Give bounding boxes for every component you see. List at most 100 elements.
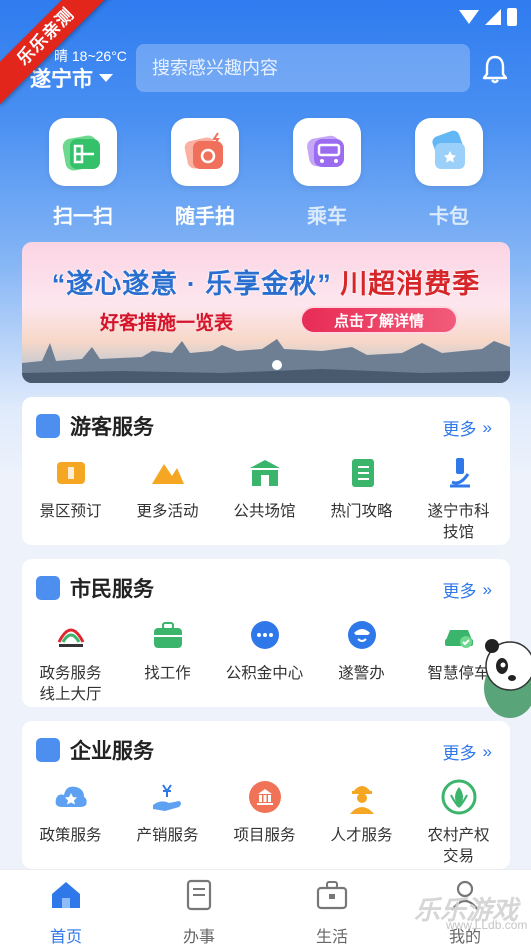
service-talent[interactable]: 人才服务 (313, 779, 410, 846)
banner-subtitle: 好客措施一览表 (100, 313, 234, 334)
service-scenic-booking[interactable]: 景区预订 (22, 455, 119, 522)
double-chevron-right-icon: » (482, 579, 492, 599)
quick-camera[interactable]: 随手拍 (155, 118, 255, 229)
service-policy[interactable]: 政策服务 (22, 779, 119, 846)
banner-title-main: “遂心遂意 · 乐享金秋” (51, 269, 332, 299)
banner-title: “遂心遂意 · 乐享金秋” 川超消费季 (22, 262, 510, 301)
quick-bus[interactable]: 乘车 (277, 118, 377, 229)
service-label: 政务服务线上大厅 (39, 665, 102, 703)
city-name: 遂宁市 (30, 68, 93, 91)
banner-title-accent: 川超消费季 (340, 269, 481, 299)
panda-mascot-button[interactable] (476, 628, 531, 720)
chat-dots-icon (247, 617, 283, 653)
service-hot-guides[interactable]: 热门攻略 (313, 455, 410, 522)
banner-detail-button[interactable]: 点击了解详情 (300, 306, 458, 334)
service-label: 更多活动 (136, 503, 199, 520)
bank-icon (247, 779, 283, 815)
service-label: 产销服务 (136, 827, 199, 844)
service-label: 找工作 (144, 665, 191, 682)
city-skyline-illustration (22, 339, 510, 383)
citizen-icon (36, 576, 60, 600)
service-label: 公共场馆 (233, 503, 296, 520)
service-label: 热门攻略 (330, 503, 393, 520)
battery-icon (507, 8, 517, 26)
service-label: 项目服务 (233, 827, 296, 844)
service-label: 遂警办 (338, 665, 385, 682)
briefcase-icon (316, 881, 348, 910)
double-chevron-right-icon: » (482, 417, 492, 437)
service-label: 景区预订 (39, 503, 102, 520)
tourist-icon (36, 414, 60, 438)
hand-yuan-icon (150, 779, 186, 815)
worker-icon (344, 779, 380, 815)
quick-wallet[interactable]: 卡包 (399, 118, 499, 229)
banner-page-dot (272, 360, 282, 370)
quick-camera-label: 随手拍 (175, 206, 235, 228)
enterprise-services-card: 企业服务 更多 » 政策服务 产销服务 项目服务 人才服务 农村产权交易 (22, 721, 510, 869)
tab-home[interactable]: 首页 (16, 878, 116, 944)
tab-life-label: 生活 (315, 929, 348, 944)
city-selector[interactable]: 遂宁市 (30, 63, 113, 93)
quick-bus-label: 乘车 (307, 206, 347, 228)
enterprise-services-title: 企业服务 (70, 740, 154, 763)
tourist-more-link[interactable]: 更多 » (443, 415, 492, 440)
wifi-icon (459, 10, 479, 24)
camera-icon (171, 118, 239, 186)
status-icons (459, 8, 517, 26)
tab-life[interactable]: 生活 (282, 878, 382, 944)
car-icon (441, 617, 477, 653)
promo-banner[interactable]: “遂心遂意 · 乐享金秋” 川超消费季 好客措施一览表 点击了解详情 (22, 242, 510, 383)
tourist-services-title: 游客服务 (70, 416, 154, 439)
gate-icon (247, 455, 283, 491)
service-find-job[interactable]: 找工作 (119, 617, 216, 684)
service-production-sales[interactable]: 产销服务 (119, 779, 216, 846)
watermark-url: www.LLdb.com (446, 918, 528, 932)
service-gov-online-hall[interactable]: 政务服务线上大厅 (22, 617, 119, 705)
service-label: 人才服务 (330, 827, 393, 844)
quick-scan-label: 扫一扫 (53, 206, 113, 228)
tourist-services-header: 游客服务 (36, 411, 154, 441)
service-housing-fund[interactable]: 公积金中心 (216, 617, 313, 684)
citizen-services-header: 市民服务 (36, 573, 154, 603)
service-more-activities[interactable]: 更多活动 (119, 455, 216, 522)
service-label: 公积金中心 (225, 665, 304, 682)
service-label: 遂宁市科技馆 (427, 503, 490, 541)
quick-scan[interactable]: 扫一扫 (33, 118, 133, 229)
tab-affairs-label: 办事 (182, 929, 215, 944)
search-input[interactable]: 搜索感兴趣内容 (136, 44, 470, 92)
police-icon (344, 617, 380, 653)
microscope-icon (441, 455, 477, 491)
cloud-star-icon (53, 779, 89, 815)
ticket-icon (53, 455, 89, 491)
site-watermark: 乐乐游戏 www.LLdb.com (414, 890, 531, 940)
citizen-services-card: 市民服务 更多 » 政务服务线上大厅 找工作 公积金中心 遂警办 智慧停车 (22, 559, 510, 707)
document-icon (186, 879, 212, 911)
service-science-museum[interactable]: 遂宁市科技馆 (410, 455, 507, 543)
citizen-more-link[interactable]: 更多 » (443, 577, 492, 602)
quick-actions: 扫一扫 随手拍 乘车 卡包 (0, 118, 531, 228)
bell-icon[interactable] (482, 54, 508, 84)
double-chevron-right-icon: » (482, 741, 492, 761)
service-project[interactable]: 项目服务 (216, 779, 313, 846)
caret-down-icon (99, 74, 113, 82)
tab-home-label: 首页 (49, 929, 82, 944)
service-label: 农村产权交易 (427, 827, 490, 865)
service-label: 政策服务 (39, 827, 102, 844)
quick-wallet-label: 卡包 (429, 206, 469, 228)
enterprise-icon (36, 738, 60, 762)
notebook-icon (344, 455, 380, 491)
citizen-services-title: 市民服务 (70, 578, 154, 601)
enterprise-services-header: 企业服务 (36, 735, 154, 765)
service-police[interactable]: 遂警办 (313, 617, 410, 684)
citizen-more-label: 更多 (442, 582, 477, 601)
rural-logo-icon (441, 779, 477, 815)
service-public-venues[interactable]: 公共场馆 (216, 455, 313, 522)
card-wallet-icon (415, 118, 483, 186)
enterprise-more-link[interactable]: 更多 » (443, 739, 492, 764)
gov-logo-icon (53, 617, 89, 653)
service-rural-property[interactable]: 农村产权交易 (410, 779, 507, 867)
bus-icon (293, 118, 361, 186)
tab-affairs[interactable]: 办事 (149, 878, 249, 944)
home-icon (52, 882, 80, 908)
scan-icon (49, 118, 117, 186)
